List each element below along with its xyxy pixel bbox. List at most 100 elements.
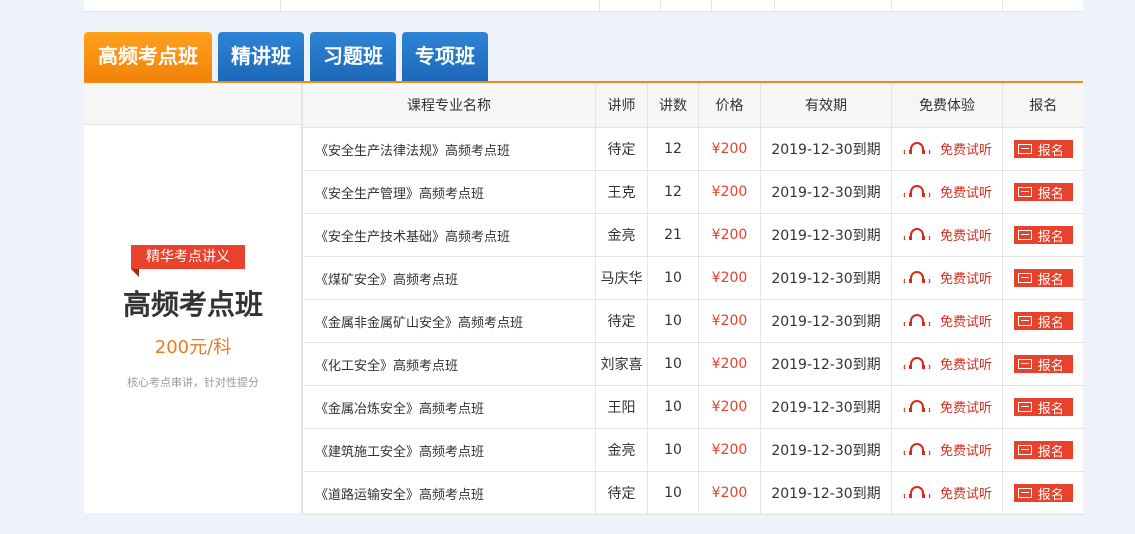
table-row: 《安全生产法律法规》高频考点班 待定 12 ¥200 2019-12-30到期 …: [302, 127, 1084, 171]
teacher: 马庆华: [595, 256, 648, 300]
signup-button[interactable]: 报名: [1013, 398, 1073, 417]
price: ¥200: [698, 213, 761, 257]
signup-button[interactable]: 报名: [1013, 355, 1073, 374]
validity: 2019-12-30到期: [760, 299, 892, 343]
free-trial-link[interactable]: 免费试听: [902, 311, 992, 330]
side-header: [84, 83, 301, 125]
class-price: 200元/科: [154, 337, 232, 358]
free-trial-cell: 免费试听: [891, 256, 1003, 300]
previous-table-bottom: [84, 0, 1083, 12]
table-header-row: 课程专业名称 讲师 讲数 价格 有效期 免费体验 报名: [302, 83, 1084, 128]
tab-exercises[interactable]: 习题班: [310, 32, 396, 81]
header-signup: 报名: [1002, 83, 1084, 128]
validity: 2019-12-30到期: [760, 127, 892, 171]
free-trial-link[interactable]: 免费试听: [902, 440, 992, 459]
validity: 2019-12-30到期: [760, 170, 892, 214]
headphones-icon: [903, 142, 931, 155]
signup-cell: 报名: [1002, 170, 1084, 214]
lesson-count: 12: [647, 170, 699, 214]
signup-button[interactable]: 报名: [1013, 312, 1073, 331]
price: ¥200: [698, 299, 761, 343]
lesson-count: 10: [647, 428, 699, 472]
course-name: 《建筑施工安全》高频考点班: [302, 428, 596, 472]
signup-label: 报名: [1037, 487, 1064, 503]
signup-label: 报名: [1037, 143, 1064, 159]
free-trial-link[interactable]: 免费试听: [902, 268, 992, 287]
free-trial-link[interactable]: 免费试听: [902, 483, 992, 502]
ribbon-badge: 精华考点讲义: [131, 245, 245, 277]
free-trial-cell: 免费试听: [891, 299, 1003, 343]
signup-icon: [1017, 230, 1032, 240]
headphones-icon: [903, 314, 931, 327]
headphones-icon: [903, 357, 931, 370]
free-trial-label: 免费试听: [939, 185, 992, 201]
free-trial-link[interactable]: 免费试听: [902, 354, 992, 373]
headphones-icon: [903, 228, 931, 241]
price: ¥200: [698, 385, 761, 429]
signup-button[interactable]: 报名: [1013, 484, 1073, 503]
signup-cell: 报名: [1002, 471, 1084, 515]
class-title: 高频考点班: [122, 288, 263, 321]
free-trial-cell: 免费试听: [891, 428, 1003, 472]
free-trial-cell: 免费试听: [891, 170, 1003, 214]
headphones-icon: [903, 486, 931, 499]
signup-icon: [1017, 144, 1032, 154]
validity: 2019-12-30到期: [760, 213, 892, 257]
signup-button[interactable]: 报名: [1013, 441, 1073, 460]
signup-label: 报名: [1037, 444, 1064, 460]
free-trial-link[interactable]: 免费试听: [902, 139, 992, 158]
signup-icon: [1017, 273, 1032, 283]
free-trial-link[interactable]: 免费试听: [902, 182, 992, 201]
signup-icon: [1017, 359, 1032, 369]
price: ¥200: [698, 256, 761, 300]
free-trial-link[interactable]: 免费试听: [902, 225, 992, 244]
course-tabs: 高频考点班 精讲班 习题班 专项班: [84, 32, 488, 81]
lesson-count: 12: [647, 127, 699, 171]
free-trial-cell: 免费试听: [891, 342, 1003, 386]
free-trial-label: 免费试听: [939, 486, 992, 502]
signup-label: 报名: [1037, 229, 1064, 245]
tab-special[interactable]: 专项班: [402, 32, 488, 81]
header-free-trial: 免费体验: [891, 83, 1003, 128]
lesson-count: 21: [647, 213, 699, 257]
headphones-icon: [903, 400, 931, 413]
signup-cell: 报名: [1002, 299, 1084, 343]
course-table: 课程专业名称 讲师 讲数 价格 有效期 免费体验 报名 《安全生产法律法规》高频…: [302, 83, 1084, 515]
lesson-count: 10: [647, 342, 699, 386]
table-row: 《安全生产管理》高频考点班 王克 12 ¥200 2019-12-30到期 免费…: [302, 170, 1084, 214]
signup-cell: 报名: [1002, 385, 1084, 429]
signup-label: 报名: [1037, 186, 1064, 202]
signup-cell: 报名: [1002, 256, 1084, 300]
course-name: 《道路运输安全》高频考点班: [302, 471, 596, 515]
lesson-count: 10: [647, 256, 699, 300]
teacher: 待定: [595, 299, 648, 343]
class-description: 核心考点串讲，针对性提分: [127, 376, 259, 389]
signup-cell: 报名: [1002, 213, 1084, 257]
teacher: 王克: [595, 170, 648, 214]
free-trial-label: 免费试听: [939, 271, 992, 287]
validity: 2019-12-30到期: [760, 428, 892, 472]
course-name: 《金属冶炼安全》高频考点班: [302, 385, 596, 429]
signup-button[interactable]: 报名: [1013, 140, 1073, 159]
table-row: 《建筑施工安全》高频考点班 金亮 10 ¥200 2019-12-30到期 免费…: [302, 428, 1084, 472]
signup-button[interactable]: 报名: [1013, 226, 1073, 245]
validity: 2019-12-30到期: [760, 256, 892, 300]
signup-button[interactable]: 报名: [1013, 183, 1073, 202]
header-teacher: 讲师: [595, 83, 648, 128]
free-trial-label: 免费试听: [939, 400, 992, 416]
teacher: 王阳: [595, 385, 648, 429]
table-row: 《化工安全》高频考点班 刘家喜 10 ¥200 2019-12-30到期 免费试…: [302, 342, 1084, 386]
signup-label: 报名: [1037, 358, 1064, 374]
validity: 2019-12-30到期: [760, 385, 892, 429]
free-trial-link[interactable]: 免费试听: [902, 397, 992, 416]
tab-intensive[interactable]: 精讲班: [218, 32, 304, 81]
lesson-count: 10: [647, 299, 699, 343]
tab-high-frequency[interactable]: 高频考点班: [84, 32, 212, 81]
signup-cell: 报名: [1002, 342, 1084, 386]
signup-label: 报名: [1037, 272, 1064, 288]
signup-button[interactable]: 报名: [1013, 269, 1073, 288]
table-row: 《金属非金属矿山安全》高频考点班 待定 10 ¥200 2019-12-30到期…: [302, 299, 1084, 343]
signup-icon: [1017, 316, 1032, 326]
course-name: 《安全生产技术基础》高频考点班: [302, 213, 596, 257]
signup-cell: 报名: [1002, 428, 1084, 472]
